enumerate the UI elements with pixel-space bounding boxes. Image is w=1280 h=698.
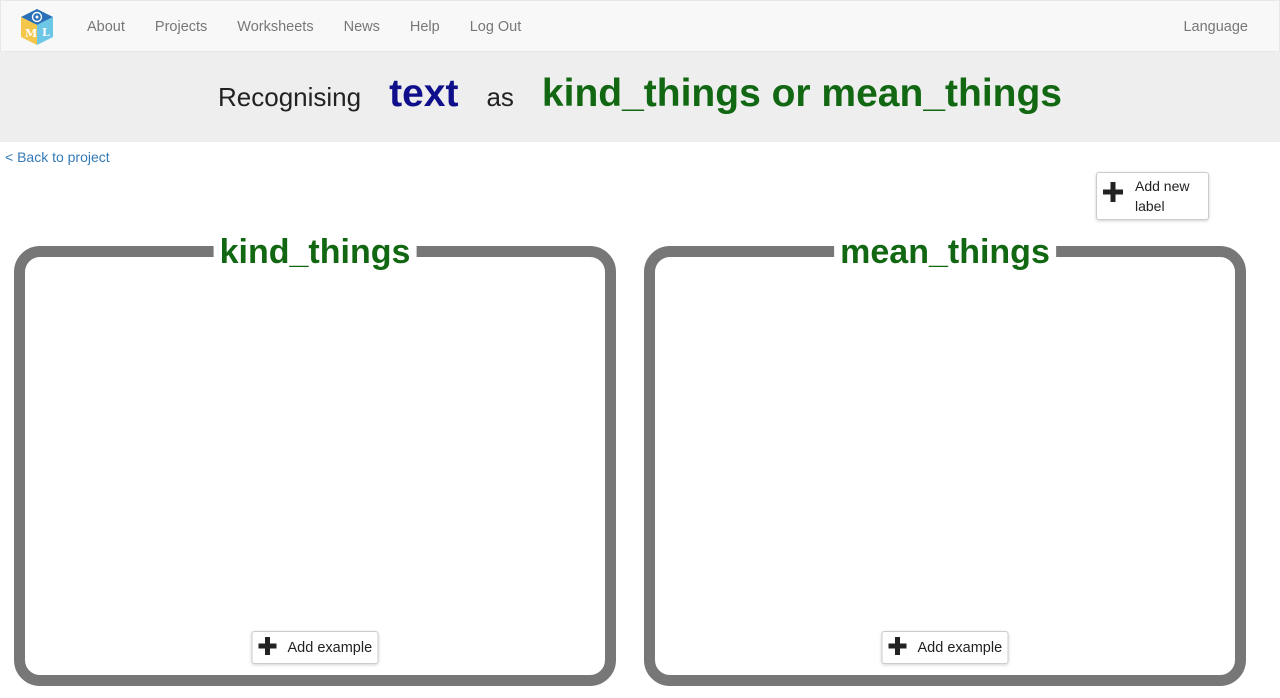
nav-right: Language [1168,1,1263,53]
title-prefix: Recognising [218,82,362,112]
title-middle: as [486,82,514,112]
nav-news-link[interactable]: News [329,1,395,53]
plus-icon [258,636,277,655]
page-title: Recognising text as kind_things or mean_… [0,52,1280,142]
nav-logout-link[interactable]: Log Out [455,1,537,53]
nav-links: About Projects Worksheets News Help Log … [72,1,536,53]
ml-blocks-logo-icon[interactable]: M L [18,7,56,47]
top-navbar: M L About Projects Worksheets News Help … [0,0,1280,52]
add-example-text: Add example [287,639,373,656]
add-example-button[interactable]: Add example [881,631,1009,664]
nav-worksheets-link[interactable]: Worksheets [222,1,328,53]
nav-about-link[interactable]: About [72,1,140,53]
plus-icon [1103,182,1123,202]
svg-text:M: M [25,27,37,40]
nav-help-link[interactable]: Help [395,1,455,53]
nav-projects-link[interactable]: Projects [140,1,222,53]
bucket-title: mean_things [834,235,1056,269]
bucket-title: kind_things [213,235,417,269]
label-bucket-kind-things: kind_things Add example [14,235,616,686]
add-new-label-button[interactable]: Add new label [1096,172,1209,220]
label-bucket-mean-things: mean_things Add example [644,235,1246,686]
add-new-label-text: Add new label [1135,178,1190,214]
add-example-text: Add example [917,639,1003,656]
title-project-type: text [389,72,459,115]
back-to-project-link[interactable]: < Back to project [5,149,110,165]
svg-text:L: L [42,26,50,39]
language-menu[interactable]: Language [1168,1,1263,53]
title-labels: kind_things or mean_things [541,72,1062,115]
plus-icon [888,636,907,655]
add-example-button[interactable]: Add example [251,631,379,664]
